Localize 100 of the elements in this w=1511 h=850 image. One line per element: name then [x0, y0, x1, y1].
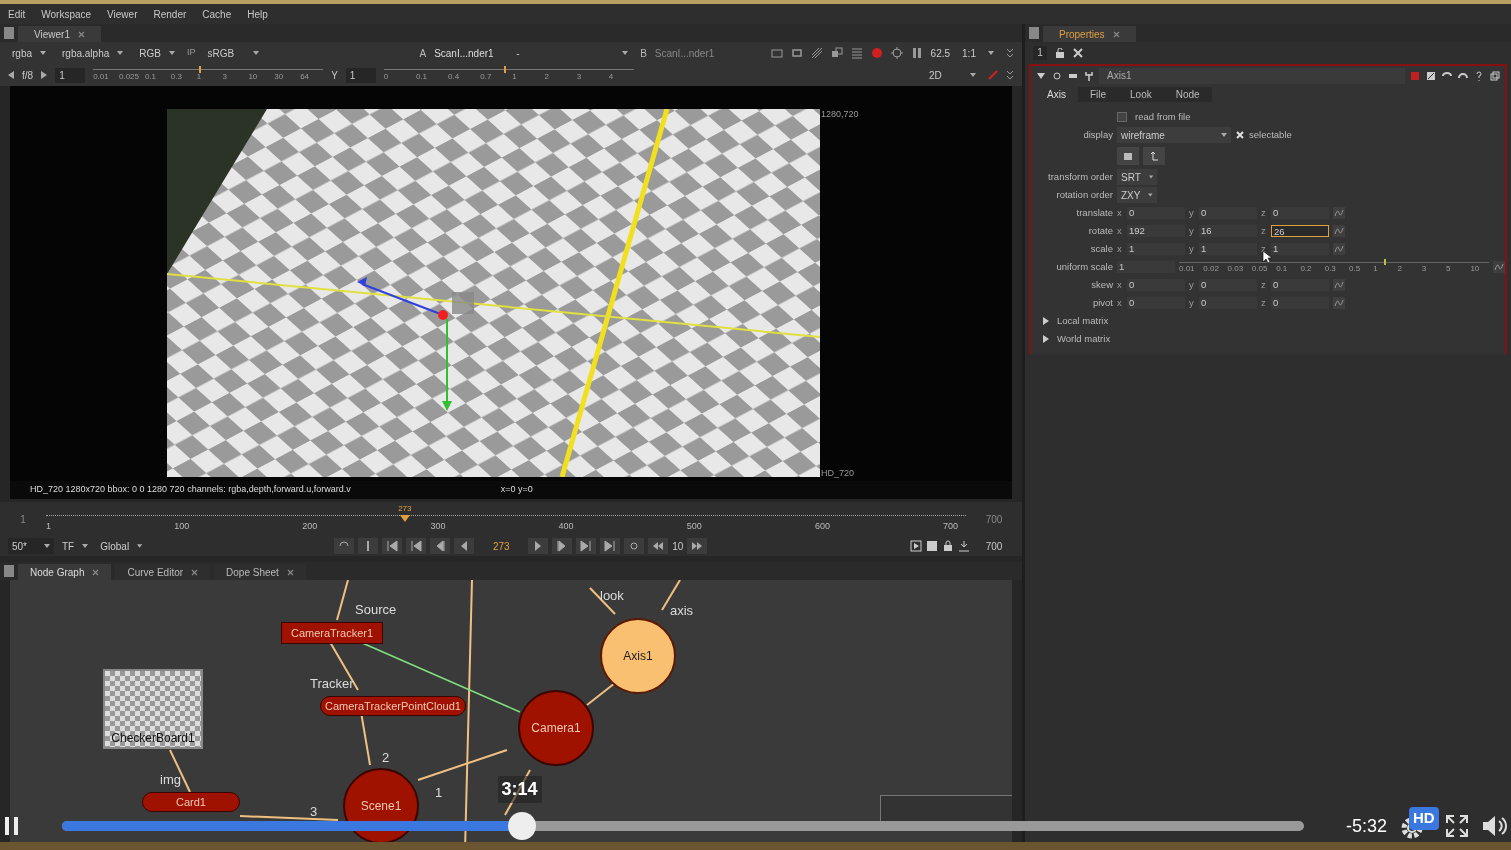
slider-marker[interactable]: [503, 66, 506, 73]
playhead-marker[interactable]: [399, 515, 410, 522]
chevron-icon[interactable]: [1006, 48, 1015, 58]
right-arrow-icon[interactable]: [41, 71, 48, 79]
curve-icon[interactable]: [1333, 207, 1345, 219]
uniform-scale-slider[interactable]: 0.01 0.02 0.03 0.05 0.1 0.2 0.3 0.5 1 2 3 5 10: [1179, 259, 1489, 275]
chevron-icon[interactable]: [1006, 70, 1015, 80]
rectangle-icon[interactable]: [790, 47, 803, 59]
menu-item[interactable]: Viewer: [107, 6, 138, 22]
menu-item[interactable]: Edit: [8, 6, 26, 22]
out-point-button[interactable]: [624, 538, 645, 554]
download-icon[interactable]: [958, 540, 971, 552]
node-pill[interactable]: Card1: [142, 792, 240, 812]
color-swatch-icon[interactable]: [1409, 70, 1421, 82]
frame-icon[interactable]: [770, 47, 783, 59]
viewer-tab[interactable]: Viewer1: [18, 26, 101, 42]
step-forward-button[interactable]: [552, 538, 573, 554]
slider-marker[interactable]: [198, 66, 201, 73]
play-backward-button[interactable]: [454, 538, 475, 554]
end-frame-field[interactable]: 700: [974, 538, 1015, 554]
number-field[interactable]: 1: [1117, 261, 1175, 273]
menu-item[interactable]: Workspace: [41, 6, 92, 22]
colorspace-dropdown[interactable]: sRGB: [203, 45, 264, 61]
number-field[interactable]: 1: [1199, 243, 1257, 255]
number-field[interactable]: 0: [1127, 297, 1185, 309]
float-icon[interactable]: [1489, 70, 1501, 82]
node-pill[interactable]: CameraTrackerPointCloud1: [320, 696, 466, 716]
wrench-icon[interactable]: [1083, 70, 1095, 82]
alpha-channel-dropdown[interactable]: rgba.alpha: [58, 45, 128, 61]
lock-icon[interactable]: [1055, 48, 1065, 58]
timeline-zoom-dropdown[interactable]: 50*: [8, 538, 54, 554]
number-field[interactable]: 16: [1199, 225, 1257, 237]
panel-tab[interactable]: Curve Editor: [115, 564, 211, 580]
node-thumbnail[interactable]: CheckerBoard1: [103, 669, 203, 749]
last-frame-button[interactable]: [600, 538, 621, 554]
number-field[interactable]: 0: [1127, 279, 1185, 291]
display-channel-dropdown[interactable]: RGB: [135, 45, 179, 61]
curve-icon[interactable]: [1333, 297, 1345, 309]
property-tab[interactable]: Look: [1118, 87, 1164, 102]
axis-handle-button[interactable]: [1143, 147, 1165, 165]
gamma-slider[interactable]: 0 0.1 0.4 0.7 1 2 3 4: [383, 66, 634, 84]
panel-tab[interactable]: Dope Sheet: [214, 564, 306, 580]
number-field[interactable]: 0: [1199, 207, 1257, 219]
menu-item[interactable]: Render: [153, 6, 187, 22]
slider-marker[interactable]: [1383, 259, 1386, 265]
order-dropdown[interactable]: ZXY: [1117, 187, 1157, 203]
number-field[interactable]: 0: [1127, 207, 1185, 219]
number-field[interactable]: 0: [1271, 297, 1329, 309]
display-dropdown[interactable]: wireframe: [1117, 127, 1231, 143]
panel-tab[interactable]: Node Graph: [18, 564, 112, 580]
windows-icon[interactable]: [830, 47, 843, 59]
number-field[interactable]: 1: [1271, 243, 1329, 255]
compare-dropdown[interactable]: -: [512, 45, 633, 61]
tracker-node[interactable]: CameraTracker1: [281, 622, 383, 644]
close-all-icon[interactable]: [1073, 48, 1083, 58]
pencil-square-icon[interactable]: [1425, 70, 1437, 82]
close-icon[interactable]: [92, 568, 100, 576]
circle-icon[interactable]: [1051, 70, 1063, 82]
tf-dropdown[interactable]: TF: [58, 538, 93, 554]
pause-icon[interactable]: [4, 816, 20, 836]
play-icon[interactable]: [910, 540, 923, 552]
lock-icon[interactable]: [942, 540, 955, 552]
collapsible-group[interactable]: Local matrix: [1043, 313, 1109, 329]
timeline-track[interactable]: 1 100 200 300 400 500 600 700 273: [46, 503, 967, 535]
folder-button[interactable]: [1117, 147, 1139, 165]
property-tab[interactable]: File: [1077, 87, 1119, 102]
gain-field[interactable]: 1: [55, 67, 86, 83]
order-dropdown[interactable]: SRT: [1117, 169, 1157, 185]
first-frame-button[interactable]: [382, 538, 403, 554]
gain-slider[interactable]: 0.01 0.025 0.1 0.3 1 3 10 30 64: [93, 66, 324, 84]
curve-icon[interactable]: [1333, 225, 1345, 237]
gamma-field[interactable]: 1: [345, 67, 376, 83]
number-field[interactable]: 0: [1271, 207, 1329, 219]
curve-icon[interactable]: [1333, 279, 1345, 291]
number-field[interactable]: 0: [1271, 279, 1329, 291]
node-name-field[interactable]: Axis1: [1099, 68, 1405, 84]
close-icon[interactable]: [77, 30, 85, 38]
number-field[interactable]: 1: [1127, 243, 1185, 255]
properties-tab[interactable]: Properties: [1043, 26, 1136, 42]
number-field[interactable]: 26: [1271, 225, 1329, 237]
view-mode-dropdown[interactable]: 2D: [925, 67, 981, 83]
volume-icon[interactable]: [1481, 813, 1507, 839]
range-dropdown[interactable]: Global: [96, 538, 147, 554]
next-keyframe-button[interactable]: [576, 538, 597, 554]
ip-button[interactable]: IP: [186, 46, 196, 60]
proxy-dropdown[interactable]: 1:1: [958, 45, 999, 61]
checkbox[interactable]: [1117, 112, 1127, 122]
property-tab[interactable]: Node: [1163, 87, 1212, 102]
fullscreen-icon[interactable]: [1445, 814, 1469, 838]
close-icon[interactable]: [191, 568, 199, 576]
menu-item[interactable]: Cache: [202, 6, 232, 22]
curve-icon[interactable]: [1333, 243, 1345, 255]
target-icon[interactable]: [890, 47, 903, 59]
skip-back-button[interactable]: [648, 538, 669, 554]
left-arrow-icon[interactable]: [8, 71, 14, 79]
number-field[interactable]: 192: [1127, 225, 1185, 237]
channels-dropdown[interactable]: rgba: [8, 45, 50, 61]
stripes-icon[interactable]: [810, 47, 823, 59]
number-field[interactable]: 0: [1199, 297, 1257, 309]
skip-forward-button[interactable]: [687, 538, 708, 554]
